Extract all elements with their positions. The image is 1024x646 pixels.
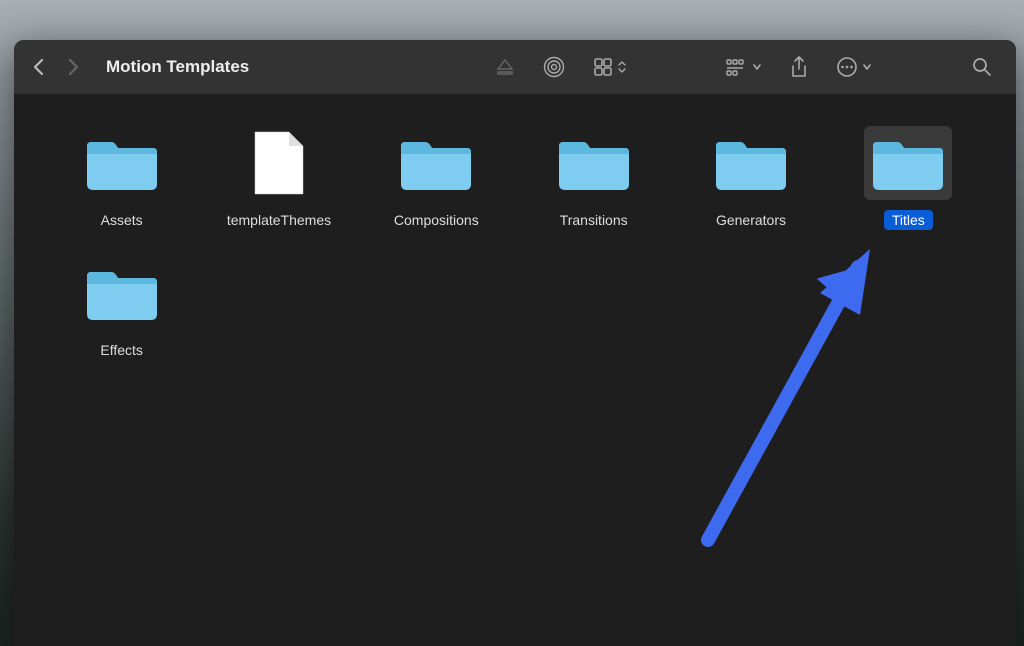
item-label: Transitions: [552, 210, 636, 230]
group-by-icon[interactable]: [726, 58, 762, 76]
icon-grid: Assets templateThemes Compositions Trans…: [52, 122, 978, 364]
view-icon-grid[interactable]: [593, 57, 627, 77]
file-icon: [235, 126, 323, 200]
toolbar-center-group: [495, 56, 627, 78]
finder-window: Motion Templates: [14, 40, 1016, 646]
window-title: Motion Templates: [106, 57, 249, 77]
folder-generators[interactable]: Generators: [681, 122, 820, 234]
folder-icon: [864, 126, 952, 200]
folder-effects[interactable]: Effects: [52, 252, 191, 364]
file-templatethemes[interactable]: templateThemes: [209, 122, 348, 234]
folder-icon: [550, 126, 638, 200]
folder-icon: [707, 126, 795, 200]
folder-icon: [78, 126, 166, 200]
item-label: Generators: [708, 210, 794, 230]
folder-transitions[interactable]: Transitions: [524, 122, 663, 234]
folder-titles[interactable]: Titles: [839, 122, 978, 234]
content-area: Assets templateThemes Compositions Trans…: [14, 94, 1016, 646]
folder-assets[interactable]: Assets: [52, 122, 191, 234]
forward-button[interactable]: [68, 58, 80, 76]
folder-icon: [392, 126, 480, 200]
search-icon[interactable]: [972, 57, 992, 77]
item-label: Compositions: [386, 210, 487, 230]
item-label: Assets: [93, 210, 151, 230]
back-button[interactable]: [32, 58, 44, 76]
folder-icon: [78, 256, 166, 330]
eject-icon[interactable]: [495, 57, 515, 77]
toolbar: Motion Templates: [14, 40, 1016, 94]
folder-compositions[interactable]: Compositions: [367, 122, 506, 234]
item-label: Titles: [884, 210, 933, 230]
airdrop-icon[interactable]: [543, 56, 565, 78]
more-icon[interactable]: [836, 56, 872, 78]
item-label: templateThemes: [219, 210, 339, 230]
nav-buttons: [32, 58, 80, 76]
share-icon[interactable]: [790, 56, 808, 78]
item-label: Effects: [92, 340, 151, 360]
toolbar-right-group: [726, 56, 872, 78]
